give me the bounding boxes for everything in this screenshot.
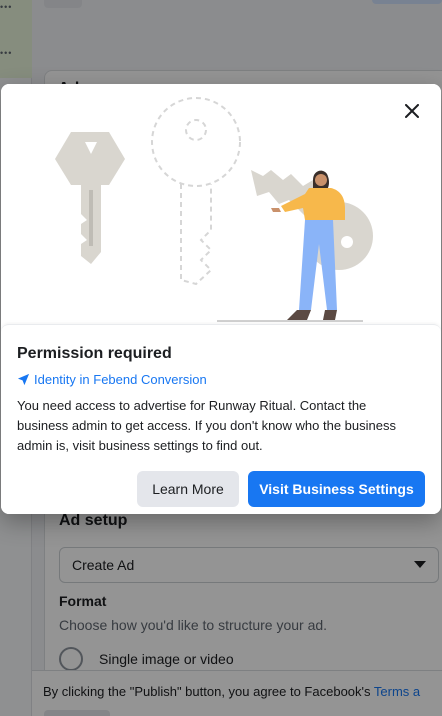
dialog-title: Permission required [17, 345, 172, 362]
permission-dialog: Permission required Identity in Febend C… [1, 84, 441, 514]
dialog-content: Permission required Identity in Febend C… [1, 324, 441, 514]
identity-label: Identity in Febend Conversion [34, 372, 207, 387]
dashed-key-illustration [151, 97, 241, 286]
identity-link[interactable]: Identity in Febend Conversion [17, 372, 207, 387]
close-button[interactable] [397, 96, 427, 126]
key-illustration [55, 132, 125, 264]
visit-business-settings-button[interactable]: Visit Business Settings [248, 471, 425, 507]
keys-illustration [55, 97, 373, 322]
close-icon [405, 104, 419, 118]
illustration [1, 84, 441, 324]
dialog-description: You need access to advertise for Runway … [17, 398, 396, 453]
location-arrow-icon [17, 373, 30, 386]
learn-more-button[interactable]: Learn More [137, 471, 239, 507]
